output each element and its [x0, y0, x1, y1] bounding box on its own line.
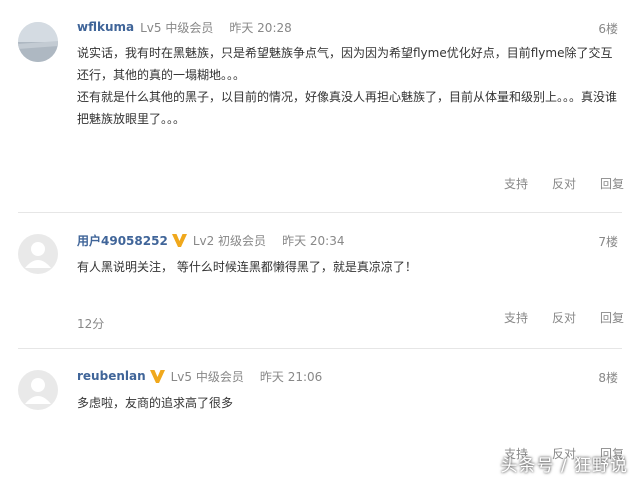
oppose-button[interactable]: 反对: [552, 309, 576, 326]
comment-text: 多虑啦，友商的追求高了很多: [77, 392, 622, 414]
user-photo-icon: [18, 22, 58, 62]
comment-text: 说实话，我有时在黑魅族，只是希望魅族争点气，因为因为希望flyme优化好点，目前…: [77, 42, 622, 130]
comment-paragraph: 有人黑说明关注， 等什么时候连黑都懒得黑了，就是真凉凉了！: [77, 260, 417, 274]
username[interactable]: wflkuma: [77, 20, 134, 34]
oppose-button[interactable]: 反对: [552, 175, 576, 192]
user-level: Lv5 中级会员: [170, 369, 244, 384]
reply-button[interactable]: 回复: [600, 175, 624, 192]
user-level: Lv5 中级会员: [140, 20, 214, 35]
comment-paragraph: 说实话，我有时在黑魅族，只是希望魅族争点气，因为因为希望flyme优化好点，目前…: [77, 46, 613, 82]
floor-number: 8楼: [598, 371, 618, 385]
comment-actions: 支持 反对 回复: [480, 309, 624, 326]
support-button[interactable]: 支持: [504, 309, 528, 326]
comment-paragraph: 多虑啦，友商的追求高了很多: [77, 396, 234, 410]
comment-6: wflkuma Lv5 中级会员 昨天 20:28 6楼 说实话，我有时在黑魅族…: [0, 0, 640, 212]
comment-score: 12分: [77, 317, 105, 331]
username[interactable]: reubenlan: [77, 369, 146, 383]
comment-actions: 支持 反对 回复: [480, 175, 624, 192]
vip-badge-icon: [171, 233, 187, 247]
floor-number: 7楼: [598, 235, 618, 249]
default-avatar-icon: [25, 242, 51, 268]
comment-meta: wflkuma Lv5 中级会员 昨天 20:28: [77, 16, 292, 38]
watermark: 头条号 / 狂野说: [500, 456, 628, 476]
avatar[interactable]: [18, 234, 58, 274]
vip-badge-icon: [149, 369, 165, 383]
username[interactable]: 用户49058252: [77, 232, 168, 249]
comment-paragraph: 还有就是什么其他的黑子，以目前的情况，好像真没人再担心魅族了，目前从体量和级别上…: [77, 90, 618, 126]
comment-7: 用户49058252 Lv2 初级会员 昨天 20:34 7楼 有人黑说明关注，…: [0, 213, 640, 348]
reply-button[interactable]: 回复: [600, 309, 624, 326]
support-button[interactable]: 支持: [504, 175, 528, 192]
comment-time: 昨天 21:06: [259, 369, 323, 384]
comment-meta: 用户49058252 Lv2 初级会员 昨天 20:34: [77, 229, 344, 251]
comment-meta: reubenlan Lv5 中级会员 昨天 21:06: [77, 365, 322, 387]
comment-text: 有人黑说明关注， 等什么时候连黑都懒得黑了，就是真凉凉了！: [77, 256, 622, 278]
comment-time: 昨天 20:34: [282, 233, 345, 248]
user-level: Lv2 初级会员: [192, 233, 267, 248]
default-avatar-icon: [25, 378, 51, 404]
avatar[interactable]: [18, 22, 58, 62]
floor-number: 6楼: [598, 22, 618, 36]
comment-time: 昨天 20:28: [229, 20, 292, 35]
avatar[interactable]: [18, 370, 58, 410]
